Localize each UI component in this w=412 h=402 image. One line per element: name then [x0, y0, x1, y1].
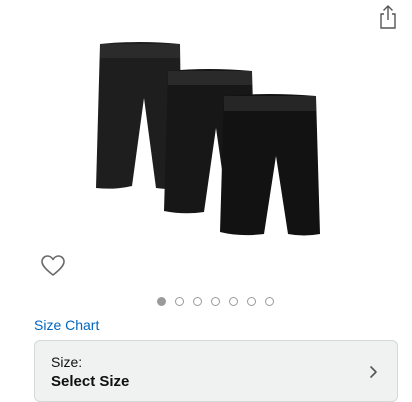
carousel-dot[interactable] — [247, 296, 256, 306]
image-carousel-indicator — [157, 296, 274, 306]
product-image[interactable] — [80, 38, 360, 248]
carousel-dot[interactable] — [229, 296, 238, 306]
wishlist-button[interactable] — [40, 254, 66, 278]
size-selector-value: Select Size — [51, 373, 130, 390]
size-selector-label: Size: — [51, 354, 83, 370]
carousel-dot[interactable] — [265, 296, 274, 306]
carousel-dot[interactable] — [157, 296, 166, 306]
size-selector[interactable]: Size: Select Size — [34, 340, 398, 402]
heart-outline-icon — [41, 255, 65, 276]
share-button[interactable] — [377, 4, 399, 30]
chevron-right-icon — [370, 366, 377, 378]
carousel-dot[interactable] — [211, 296, 220, 306]
compression-shorts-image — [96, 42, 320, 236]
size-chart-link[interactable]: Size Chart — [34, 316, 99, 334]
carousel-dot[interactable] — [193, 296, 202, 306]
share-icon — [380, 5, 396, 29]
carousel-dot[interactable] — [175, 296, 184, 306]
